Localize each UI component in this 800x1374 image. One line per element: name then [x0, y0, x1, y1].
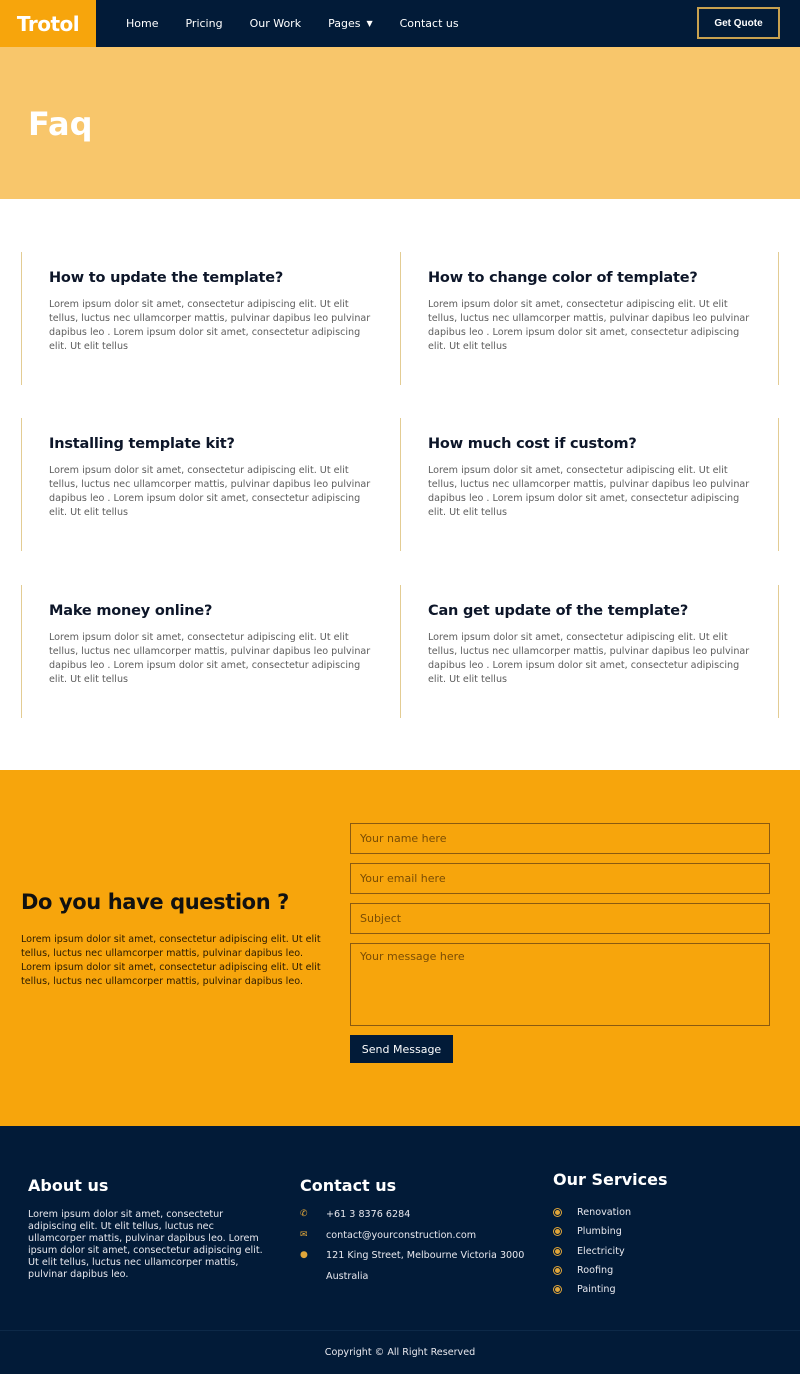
faq-section: How to update the template? Lorem ipsum … [0, 199, 800, 770]
nav-our-work[interactable]: Our Work [250, 17, 302, 30]
map-pin-icon: ● [300, 1250, 308, 1260]
faq-answer: Lorem ipsum dolor sit amet, consectetur … [49, 632, 371, 685]
send-message-button[interactable]: Send Message [350, 1035, 453, 1063]
contact-email: ✉ contact@yourconstruction.com [300, 1230, 524, 1251]
faq-answer: Lorem ipsum dolor sit amet, consectetur … [49, 465, 371, 518]
page-title: Faq [28, 105, 93, 143]
faq-answer: Lorem ipsum dolor sit amet, consectetur … [428, 632, 750, 685]
footer-services: Our Services Renovation Plumbing Electri… [553, 1170, 668, 1299]
nav-pages-label: Pages [328, 17, 361, 30]
phone-text[interactable]: +61 3 8376 6284 [326, 1209, 410, 1220]
faq-answer: Lorem ipsum dolor sit amet, consectetur … [428, 299, 750, 352]
faq-item: How to update the template? Lorem ipsum … [21, 252, 400, 385]
contact-section: Do you have question ? Lorem ipsum dolor… [0, 770, 800, 1126]
chevron-down-icon: ▼ [366, 19, 373, 28]
footer-about-title: About us [28, 1176, 109, 1195]
contact-title: Do you have question ? [21, 890, 289, 914]
copyright: Copyright © All Right Reserved [0, 1330, 800, 1374]
subject-field[interactable]: Subject [350, 903, 770, 934]
contact-address-2: Australia [300, 1271, 524, 1292]
message-field[interactable]: Your message here [350, 943, 770, 1026]
main-menu: Home Pricing Our Work Pages ▼ Contact us [126, 17, 486, 30]
service-item[interactable]: Roofing [553, 1261, 668, 1280]
faq-question: Make money online? [49, 603, 213, 619]
phone-icon: ✆ [300, 1209, 308, 1219]
bullet-icon [554, 1209, 561, 1217]
footer-about-text: Lorem ipsum dolor sit amet, consectetur … [28, 1209, 263, 1280]
bullet-icon [554, 1247, 561, 1255]
contact-phone: ✆ +61 3 8376 6284 [300, 1209, 524, 1230]
contact-address: ● 121 King Street, Melbourne Victoria 300… [300, 1250, 524, 1271]
logo[interactable]: Trotol [0, 0, 96, 47]
page-hero: Faq [0, 47, 800, 199]
faq-item: Can get update of the template? Lorem ip… [400, 585, 779, 718]
get-quote-button[interactable]: Get Quote [697, 7, 780, 39]
nav-pricing[interactable]: Pricing [185, 17, 222, 30]
service-label: Plumbing [577, 1226, 622, 1238]
service-item[interactable]: Electricity [553, 1242, 668, 1261]
email-field[interactable]: Your email here [350, 863, 770, 894]
service-item[interactable]: Renovation [553, 1203, 668, 1222]
faq-item: Installing template kit? Lorem ipsum dol… [21, 418, 400, 551]
faq-question: How to change color of template? [428, 270, 698, 286]
contact-form: Your name here Your email here Subject Y… [350, 823, 770, 1063]
service-label: Renovation [577, 1207, 632, 1219]
address-line2: Australia [326, 1270, 369, 1282]
faq-question: Installing template kit? [49, 436, 235, 452]
service-label: Electricity [577, 1245, 625, 1257]
faq-answer: Lorem ipsum dolor sit amet, consectetur … [49, 299, 371, 352]
service-label: Painting [577, 1284, 616, 1296]
name-field[interactable]: Your name here [350, 823, 770, 854]
nav-pages[interactable]: Pages ▼ [328, 17, 373, 30]
footer-services-title: Our Services [553, 1170, 668, 1189]
footer-about: About us Lorem ipsum dolor sit amet, con… [28, 1176, 268, 1281]
top-navbar: Trotol Home Pricing Our Work Pages ▼ Cont… [0, 0, 800, 47]
faq-question: How much cost if custom? [428, 436, 637, 452]
bullet-icon [554, 1267, 561, 1275]
faq-question: Can get update of the template? [428, 603, 689, 619]
faq-item: How to change color of template? Lorem i… [400, 252, 779, 385]
service-label: Roofing [577, 1265, 614, 1277]
email-text[interactable]: contact@yourconstruction.com [326, 1230, 476, 1241]
bullet-icon [554, 1228, 561, 1236]
footer-contact-title: Contact us [300, 1176, 397, 1195]
faq-item: How much cost if custom? Lorem ipsum dol… [400, 418, 779, 551]
service-item[interactable]: Painting [553, 1280, 668, 1299]
nav-contact-us[interactable]: Contact us [400, 17, 459, 30]
faq-item: Make money online? Lorem ipsum dolor sit… [21, 585, 400, 718]
footer: About us Lorem ipsum dolor sit amet, con… [0, 1126, 800, 1374]
bullet-icon [554, 1286, 561, 1294]
faq-question: How to update the template? [49, 270, 284, 286]
envelope-icon: ✉ [300, 1229, 308, 1240]
footer-contact: Contact us ✆ +61 3 8376 6284 ✉ contact@you… [300, 1176, 524, 1291]
nav-home[interactable]: Home [126, 17, 158, 30]
faq-answer: Lorem ipsum dolor sit amet, consectetur … [428, 465, 750, 518]
contact-description: Lorem ipsum dolor sit amet, consectetur … [21, 934, 321, 987]
address-line1: 121 King Street, Melbourne Victoria 3000 [326, 1250, 525, 1261]
service-item[interactable]: Plumbing [553, 1222, 668, 1241]
